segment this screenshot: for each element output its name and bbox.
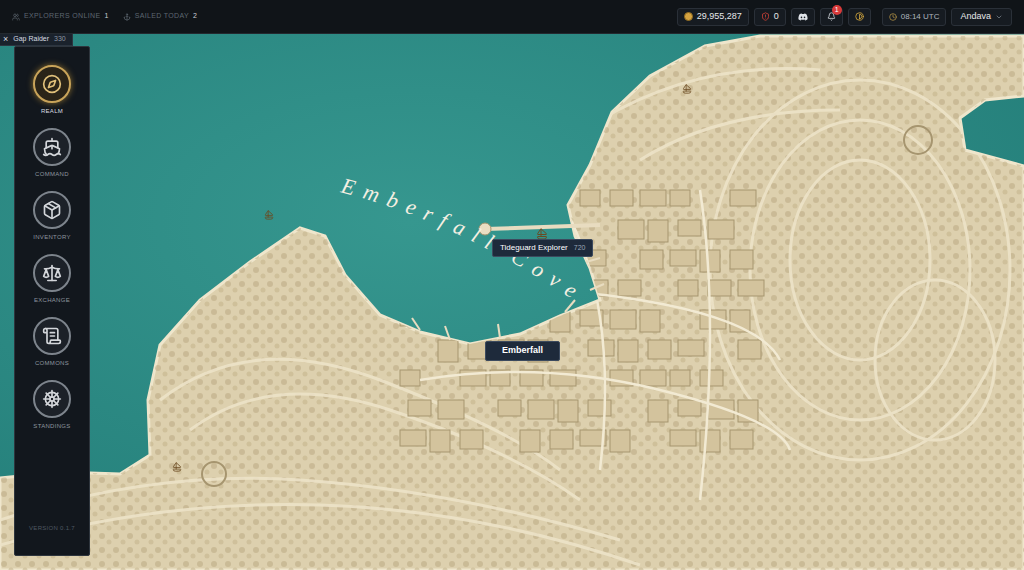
account-name: Andava [960,10,991,24]
alert-count: 0 [774,10,779,24]
clock-icon [889,13,897,21]
sidebar-item[interactable]: REALM [33,65,71,116]
ship-marker[interactable]: Tideguard Explorer 720 [492,228,593,257]
stat: SAILED TODAY 2 [123,11,198,22]
chevron-icon [995,13,1003,21]
clock-text: 08:14 UTC [901,11,940,23]
alert-icon [761,12,770,21]
top-bar: EXPLORERS ONLINE 1 SAILED TODAY 2 29,955,287… [0,0,1024,34]
marker-name: Emberfall [502,344,543,358]
version-label: VERSION 0.1.7 [29,524,75,533]
sidebar-item-label: EXCHANGE [34,296,70,305]
plaza [904,126,932,154]
sidebar-item[interactable]: COMMONS [33,317,71,368]
marker-value: 720 [574,243,586,254]
contrast-icon [855,12,864,21]
nav-icon [42,200,62,220]
sidebar-item-ring [33,128,71,166]
sidebar-item-label: COMMAND [35,170,69,179]
sidebar-item-label: INVENTORY [33,233,71,242]
ship-tab[interactable]: × Gap Raider 330 [0,34,73,46]
theme-toggle[interactable] [848,8,871,26]
marker-label: Tideguard Explorer 720 [492,239,593,257]
nav-icon [42,137,62,157]
discord-button[interactable] [791,8,815,26]
town-marker[interactable]: Emberfall [485,341,560,361]
nav-icon [42,326,62,346]
stat: EXPLORERS ONLINE 1 [12,11,109,22]
sidebar-item-ring [33,380,71,418]
plaza [202,462,226,486]
anchor-icon [123,13,131,21]
ship-icon[interactable] [264,210,274,220]
ship-icon[interactable] [172,462,182,472]
close-button[interactable]: × [3,35,8,44]
stat-value: 1 [104,11,108,22]
alerts[interactable]: 0 [754,8,786,26]
sidebar-item-ring [33,191,71,229]
sidebar-item[interactable]: INVENTORY [33,191,71,242]
sidebar-item-label: COMMONS [35,359,69,368]
ship-icon[interactable] [682,84,692,94]
sidebar-item-ring [33,254,71,292]
sidebar-item-ring [33,65,71,103]
coin-icon [684,12,693,21]
sidebar: REALM COMMAND INVENTORY EXCHANGE COMMONS STAN… [14,46,90,556]
app: EXPLORERS ONLINE 1 SAILED TODAY 2 29,955,287… [0,0,1024,570]
nav-icon [42,74,62,94]
sidebar-item-label: REALM [41,107,63,116]
stats: EXPLORERS ONLINE 1 SAILED TODAY 2 [12,11,197,22]
coin-count: 29,955,287 [697,10,742,24]
account-menu[interactable]: Andava [951,8,1012,26]
users-icon [12,13,20,21]
sidebar-item-ring [33,317,71,355]
tab-title: Gap Raider [13,34,49,45]
clock: 08:14 UTC [882,8,947,26]
tab-value: 330 [54,34,66,45]
marker-label: Emberfall [485,341,560,361]
sidebar-item[interactable]: EXCHANGE [33,254,71,305]
discord-icon [798,12,808,22]
stat-label: SAILED TODAY [135,11,189,22]
map-canvas[interactable]: Emberfall Cove [0,34,1024,570]
top-actions: 29,955,287 0 1 08:14 UTC Andava [677,8,1012,26]
notifications-button[interactable]: 1 [820,8,843,26]
nav-list: REALM COMMAND INVENTORY EXCHANGE COMMONS STAN… [33,47,71,431]
stat-label: EXPLORERS ONLINE [24,11,100,22]
map-view: Emberfall CoveTideguard Explorer 720 Ember… [0,34,1024,570]
stat-value: 2 [193,11,197,22]
water [0,34,1024,570]
coins[interactable]: 29,955,287 [677,8,749,26]
notification-badge: 1 [832,5,842,15]
sidebar-item[interactable]: STANDINGS [33,380,71,431]
sidebar-item[interactable]: COMMAND [33,128,71,179]
marker-name: Tideguard Explorer [500,242,568,254]
sidebar-item-label: STANDINGS [33,422,70,431]
nav-icon [42,263,62,283]
nav-icon [42,389,62,409]
